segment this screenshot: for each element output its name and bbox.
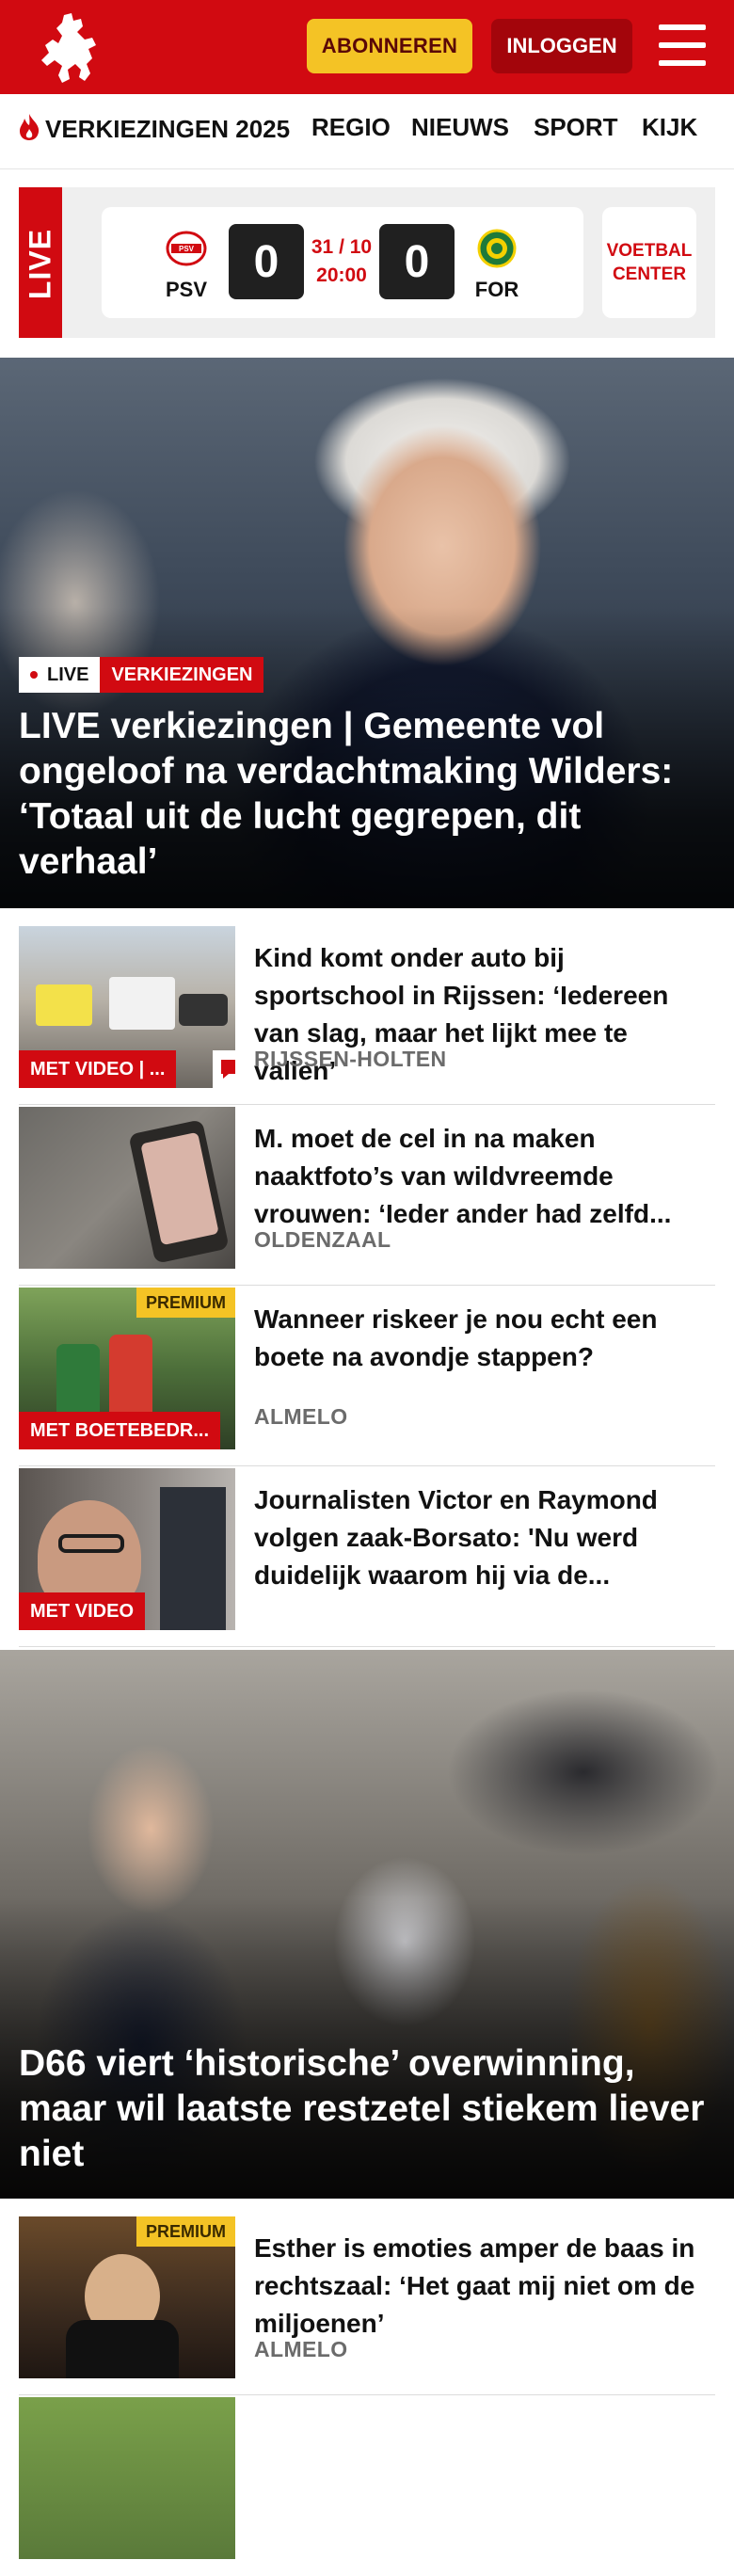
flame-icon [20,114,40,140]
nav-item-verkiezingen[interactable]: VERKIEZINGEN 2025 [17,113,290,144]
hero-article[interactable]: LIVE VERKIEZINGEN LIVE verkiezingen | Ge… [0,358,734,908]
away-team: FOR [469,228,525,302]
home-score: 0 [229,224,304,299]
list-item[interactable]: MET VIDEO | ... Kind komt onder auto bij… [19,926,715,1105]
video-badge: MET VIDEO | ... [19,1050,177,1088]
svg-text:PSV: PSV [179,245,195,253]
article-thumbnail: PREMIUM MET BOETEBEDR... [19,1288,235,1449]
article-thumbnail: MET VIDEO [19,1468,235,1630]
match-time: 20:00 [316,264,367,286]
match-datetime: 31 / 10 20:00 [304,233,379,290]
voetbal-center-button[interactable]: VOETBAL CENTER [602,207,696,318]
article-location: RIJSSEN-HOLTEN [254,1047,447,1071]
home-team-name: PSV [165,278,208,301]
nav-item-label: VERKIEZINGEN 2025 [45,115,291,143]
article-thumbnail [19,2397,235,2559]
article-location: ALMELO [254,1404,348,1429]
article-title[interactable]: Esther is emoties amper de baas in recht… [254,2230,715,2343]
article-thumbnail: MET VIDEO | ... [19,926,235,1088]
login-button[interactable]: INLOGGEN [491,19,632,73]
psv-crest-icon: PSV [166,231,207,266]
nav-item-sport[interactable]: SPORT [534,113,618,142]
article-location: ALMELO [254,2337,348,2361]
match-date: 31 / 10 [311,236,373,258]
away-team-name: FOR [474,278,519,301]
live-dot-icon [30,671,38,679]
video-badge: MET VIDEO [19,1592,146,1630]
live-badge: LIVE [19,657,101,693]
article-location: OLDENZAAL [254,1227,391,1252]
list-item[interactable]: M. moet de cel in na maken naaktfoto’s v… [19,1107,715,1286]
hamburger-menu-icon[interactable] [659,24,706,68]
section-nav: VERKIEZINGEN 2025 REGIO NIEUWS SPORT KIJ… [0,94,734,169]
live-badge-label: LIVE [47,664,89,685]
article-title[interactable]: Journalisten Victor en Raymond volgen za… [254,1481,715,1594]
fortuna-crest-icon [477,229,517,268]
live-label: LIVE [23,228,57,300]
top-bar: ABONNEREN INLOGGEN [0,0,734,94]
nav-item-kijk[interactable]: KIJK [642,113,697,142]
article-thumbnail: PREMIUM [19,2216,235,2378]
nav-item-regio[interactable]: REGIO [311,113,391,142]
nav-item-nieuws[interactable]: NIEUWS [411,113,509,142]
premium-badge: PREMIUM [136,2216,235,2247]
hero-article-second[interactable]: D66 viert ‘historische’ overwinning, maa… [0,1650,734,2199]
comment-icon[interactable] [213,1050,235,1088]
premium-badge: PREMIUM [136,1288,235,1318]
hero-title[interactable]: LIVE verkiezingen | Gemeente vol ongeloo… [19,704,715,885]
tubantia-horse-logo[interactable] [36,11,100,85]
score-card[interactable]: PSV PSV 0 31 / 10 20:00 0 FOR [102,207,583,318]
list-item[interactable]: PREMIUM Esther is emoties amper de baas … [19,2216,715,2395]
category-badge: VERKIEZINGEN [100,657,264,693]
list-item[interactable]: PREMIUM MET BOETEBEDR... Wanneer riskeer… [19,1288,715,1466]
live-tag: LIVE [19,187,62,338]
article-title[interactable]: Wanneer riskeer je nou echt een boete na… [254,1301,715,1376]
hero-labels: LIVE VERKIEZINGEN [19,657,264,693]
article-thumbnail [19,1107,235,1269]
list-item[interactable]: MET VIDEO Journalisten Victor en Raymond… [19,1468,715,1647]
away-score: 0 [379,224,455,299]
home-team: PSV PSV [158,228,215,302]
live-match-widget[interactable]: LIVE PSV PSV 0 31 / 10 20:00 0 FOR VOETB… [19,187,715,338]
subscribe-button[interactable]: ABONNEREN [307,19,472,73]
list-item[interactable] [19,2397,715,2576]
article-badge: MET BOETEBEDR... [19,1412,221,1449]
article-title[interactable]: M. moet de cel in na maken naaktfoto’s v… [254,1120,715,1233]
hero-title[interactable]: D66 viert ‘historische’ overwinning, maa… [19,2041,715,2177]
